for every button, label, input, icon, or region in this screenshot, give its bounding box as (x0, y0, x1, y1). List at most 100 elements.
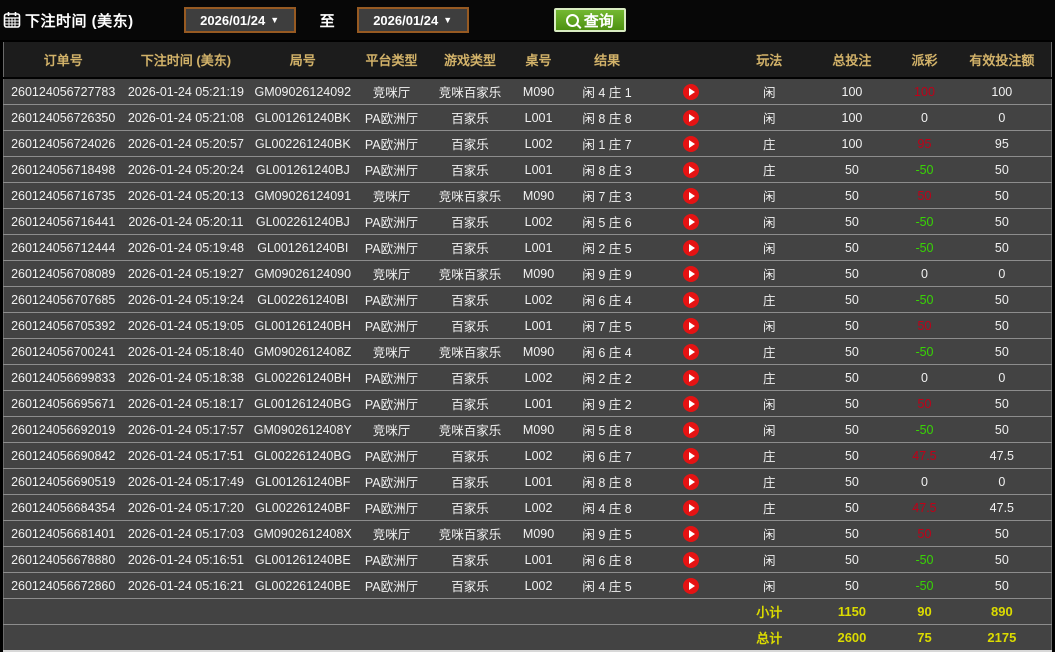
video-play-button[interactable] (683, 214, 699, 230)
bet-time-cell: 2026-01-24 05:17:57 (122, 417, 249, 443)
video-play-button[interactable] (683, 370, 699, 386)
valid-bet-cell: 50 (953, 235, 1052, 261)
order-id-cell: 260124056690842 (4, 443, 123, 469)
game-type-cell: 百家乐 (427, 313, 514, 339)
subtotal-spacer (4, 599, 732, 625)
table-no-cell: M090 (513, 521, 563, 547)
search-icon (566, 14, 579, 27)
play-side-cell: 闲 (731, 235, 808, 261)
payout-cell: -50 (896, 339, 952, 365)
video-play-button[interactable] (683, 240, 699, 256)
result-cell: 闲 1 庄 7 (564, 131, 651, 157)
order-id-cell: 260124056705392 (4, 313, 123, 339)
table-no-cell: L001 (513, 313, 563, 339)
game-type-cell: 百家乐 (427, 443, 514, 469)
valid-bet-cell: 0 (953, 261, 1052, 287)
video-play-button[interactable] (683, 318, 699, 334)
col-round-id: 局号 (249, 42, 356, 78)
payout-cell: 50 (896, 391, 952, 417)
video-play-button[interactable] (683, 188, 699, 204)
subtotal-label: 小计 (731, 599, 808, 625)
valid-bet-cell: 95 (953, 131, 1052, 157)
play-side-cell: 庄 (731, 443, 808, 469)
game-type-cell: 百家乐 (427, 287, 514, 313)
table-no-cell: L001 (513, 105, 563, 131)
video-play-button[interactable] (683, 422, 699, 438)
video-play-button[interactable] (683, 448, 699, 464)
video-cell (650, 391, 731, 417)
table-row: 2601240566956712026-01-24 05:18:17GL0012… (4, 391, 1052, 417)
date-to-select[interactable]: 2026/01/24 ▼ (357, 7, 469, 33)
valid-bet-cell: 50 (953, 339, 1052, 365)
payout-cell: 50 (896, 313, 952, 339)
round-id-cell: GM09026124092 (249, 78, 356, 105)
bet-time-cell: 2026-01-24 05:19:27 (122, 261, 249, 287)
video-play-button[interactable] (683, 292, 699, 308)
video-play-button[interactable] (683, 526, 699, 542)
table-no-cell: L002 (513, 365, 563, 391)
payout-cell: -50 (896, 209, 952, 235)
col-total-bet: 总投注 (808, 42, 897, 78)
video-play-button[interactable] (683, 396, 699, 412)
game-type-cell: 百家乐 (427, 105, 514, 131)
round-id-cell: GL001261240BI (249, 235, 356, 261)
date-to-value: 2026/01/24 (373, 13, 438, 28)
total-bet-cell: 50 (808, 313, 897, 339)
payout-cell: -50 (896, 287, 952, 313)
video-play-button[interactable] (683, 344, 699, 360)
total-bet-cell: 50 (808, 209, 897, 235)
video-cell (650, 365, 731, 391)
col-valid-bet: 有效投注额 (953, 42, 1052, 78)
table-no-cell: L002 (513, 287, 563, 313)
video-play-button[interactable] (683, 500, 699, 516)
table-body: 2601240567277832026-01-24 05:21:19GM0902… (4, 78, 1052, 599)
video-cell (650, 573, 731, 599)
bet-time-cell: 2026-01-24 05:17:20 (122, 495, 249, 521)
grand-total-label: 总计 (731, 625, 808, 652)
game-type-cell: 竞咪百家乐 (427, 417, 514, 443)
platform-type-cell: PA欧洲厅 (356, 157, 427, 183)
total-bet-cell: 50 (808, 365, 897, 391)
play-side-cell: 闲 (731, 313, 808, 339)
video-play-button[interactable] (683, 136, 699, 152)
platform-type-cell: 竞咪厅 (356, 521, 427, 547)
video-cell (650, 157, 731, 183)
platform-type-cell: 竞咪厅 (356, 339, 427, 365)
order-id-cell: 260124056707685 (4, 287, 123, 313)
video-cell (650, 443, 731, 469)
search-button[interactable]: 查询 (554, 8, 626, 32)
video-play-button[interactable] (683, 266, 699, 282)
video-cell (650, 339, 731, 365)
valid-bet-cell: 47.5 (953, 495, 1052, 521)
play-side-cell: 闲 (731, 105, 808, 131)
platform-type-cell: PA欧洲厅 (356, 313, 427, 339)
video-play-button[interactable] (683, 162, 699, 178)
result-cell: 闲 6 庄 4 (564, 339, 651, 365)
video-cell (650, 495, 731, 521)
play-icon (689, 452, 695, 460)
video-cell (650, 261, 731, 287)
total-bet-cell: 50 (808, 183, 897, 209)
video-cell (650, 417, 731, 443)
order-id-cell: 260124056708089 (4, 261, 123, 287)
payout-cell: 0 (896, 469, 952, 495)
play-icon (689, 244, 695, 252)
table-row: 2601240567076852026-01-24 05:19:24GL0022… (4, 287, 1052, 313)
video-play-button[interactable] (683, 578, 699, 594)
chevron-down-icon: ▼ (270, 15, 279, 25)
video-play-button[interactable] (683, 552, 699, 568)
table-no-cell: L002 (513, 131, 563, 157)
video-play-button[interactable] (683, 110, 699, 126)
video-play-button[interactable] (683, 474, 699, 490)
play-icon (689, 348, 695, 356)
payout-cell: -50 (896, 417, 952, 443)
order-id-cell: 260124056699833 (4, 365, 123, 391)
payout-cell: 95 (896, 131, 952, 157)
round-id-cell: GM0902612408X (249, 521, 356, 547)
platform-type-cell: PA欧洲厅 (356, 573, 427, 599)
video-play-button[interactable] (683, 84, 699, 100)
filter-toolbar: 下注时间 (美东) 2026/01/24 ▼ 至 2026/01/24 ▼ 查询 (0, 0, 1055, 40)
total-bet-cell: 50 (808, 157, 897, 183)
date-from-select[interactable]: 2026/01/24 ▼ (184, 7, 296, 33)
col-order-id: 订单号 (4, 42, 123, 78)
